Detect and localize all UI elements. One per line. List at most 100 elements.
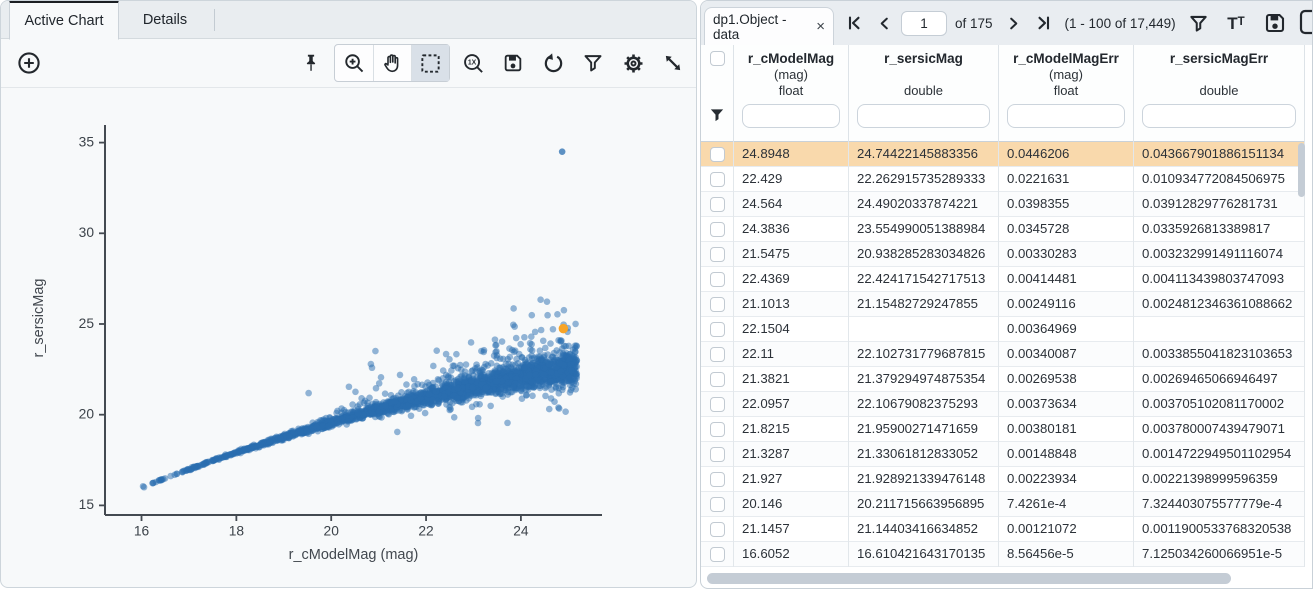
restore-chart-button[interactable] [536,46,570,80]
table-cell: 22.4369 [734,267,849,292]
column-filter-input[interactable] [1142,104,1296,128]
close-tab-icon[interactable]: × [816,18,825,35]
table-row[interactable]: 22.1122.1027317796878150.003400870.00338… [701,342,1305,367]
table-cell: 0.00340087 [999,342,1134,367]
row-checkbox[interactable] [710,447,725,462]
row-checkbox-cell [701,317,734,342]
table-row[interactable]: 16.605216.6104216431701358.56456e-57.125… [701,542,1305,567]
last-page-icon [1036,15,1052,31]
table-row[interactable]: 20.14620.2117156639568957.4261e-47.32440… [701,492,1305,517]
column-filter-input[interactable] [857,104,990,128]
save-table-button[interactable] [1261,6,1289,40]
table-cell: 0.003705102081170002 [1134,392,1305,417]
save-chart-button[interactable] [496,46,530,80]
table-row[interactable]: 24.383623.5549900513889840.03457280.0335… [701,217,1305,242]
scatter-canvas[interactable] [1,1,697,588]
filter-row-icon[interactable] [708,106,726,124]
table-row[interactable]: 22.42922.2629157352893330.02216310.01093… [701,167,1305,192]
table-cell: 16.610421643170135 [849,542,999,567]
row-checkbox[interactable] [710,522,725,537]
first-page-button[interactable] [841,10,867,36]
expand-chart-button[interactable] [656,46,690,80]
table-row[interactable]: 24.56424.490203378742210.03983550.039128… [701,192,1305,217]
row-checkbox[interactable] [710,172,725,187]
text-options-button[interactable]: TT [1221,6,1251,40]
table-cell: 0.003780007439479071 [1134,417,1305,442]
horizontal-scroll-thumb[interactable] [707,573,1231,584]
vertical-scrollbar[interactable] [1298,143,1306,568]
table-row[interactable]: 21.821521.959002714716590.003801810.0037… [701,417,1305,442]
column-header-r_cModelMagErr[interactable]: r_cModelMagErr(mag)float [999,45,1134,142]
table-row[interactable]: 21.92721.9289213394761480.002239340.0022… [701,467,1305,492]
column-header-r_sersicMagErr[interactable]: r_sersicMagErrdouble [1134,45,1305,142]
prev-page-button[interactable] [871,10,897,36]
row-checkbox-cell [701,467,734,492]
zoom-1x-icon: 1X [462,52,485,75]
table-row[interactable]: 24.894824.744221458833560.04462060.04366… [701,142,1305,167]
last-page-button[interactable] [1031,10,1057,36]
select-all-checkbox[interactable] [710,51,725,66]
column-header-r_cModelMag[interactable]: r_cModelMag(mag)float [734,45,849,142]
column-header-r_sersicMag[interactable]: r_sersicMagdouble [849,45,999,142]
table-row[interactable]: 21.101321.154827292478550.002491160.0024… [701,292,1305,317]
row-checkbox[interactable] [710,372,725,387]
row-checkbox[interactable] [710,347,725,362]
table-row[interactable]: 22.095722.106790823752930.003736340.0037… [701,392,1305,417]
table-cell: 21.8215 [734,417,849,442]
table-cell: 0.0335926813389817 [1134,217,1305,242]
first-page-icon [846,15,862,31]
row-checkbox-cell [701,392,734,417]
table-cell: 21.5475 [734,242,849,267]
row-checkbox[interactable] [710,147,725,162]
add-chart-button[interactable] [12,46,46,80]
table-row[interactable]: 21.547520.9382852830348260.003302830.003… [701,242,1305,267]
table-row[interactable]: 21.328721.330618128330520.001488480.0014… [701,442,1305,467]
table-filter-button[interactable] [1185,6,1211,40]
filter-chart-button[interactable] [576,46,610,80]
table-row[interactable]: 21.382121.3792949748753540.002695380.002… [701,367,1305,392]
table-options-partial-icon[interactable] [1299,8,1312,38]
next-page-button[interactable] [1001,10,1027,36]
tab-details[interactable]: Details [119,1,211,39]
page-number-input[interactable] [901,11,947,36]
table-cell: 0.00373634 [999,392,1134,417]
row-checkbox[interactable] [710,247,725,262]
svg-text:1X: 1X [467,59,476,66]
tab-active-chart[interactable]: Active Chart [9,0,119,40]
pan-button[interactable] [373,45,411,81]
table-row[interactable]: 22.15040.00364969 [701,317,1305,342]
horizontal-scrollbar[interactable] [705,572,1308,585]
pin-chart-button[interactable] [294,46,328,80]
row-checkbox[interactable] [710,472,725,487]
row-checkbox-cell [701,242,734,267]
table-cell: 0.043667901886151134 [1134,142,1305,167]
vertical-scroll-thumb[interactable] [1298,143,1305,197]
tab-divider [214,9,215,31]
column-filter-input[interactable] [1007,104,1125,128]
table-cell: 20.146 [734,492,849,517]
table-row[interactable]: 21.145721.144034166348520.001210720.0011… [701,517,1305,542]
row-checkbox[interactable] [710,197,725,212]
row-checkbox-cell [701,267,734,292]
row-checkbox[interactable] [710,397,725,412]
table-cell: 24.8948 [734,142,849,167]
row-checkbox[interactable] [710,497,725,512]
column-filter-input[interactable] [742,104,840,128]
table-cell: 0.0221631 [999,167,1134,192]
table-cell: 8.56456e-5 [999,542,1134,567]
row-checkbox[interactable] [710,322,725,337]
zoom-in-button[interactable] [335,45,373,81]
table-row[interactable]: 22.436922.4241715427175130.004144810.004… [701,267,1305,292]
row-checkbox[interactable] [710,222,725,237]
chart-settings-button[interactable] [616,46,650,80]
table-tab[interactable]: dp1.Object - data × [704,7,834,45]
box-select-button[interactable] [411,45,449,81]
zoom-original-button[interactable]: 1X [456,46,490,80]
row-checkbox[interactable] [710,297,725,312]
row-checkbox[interactable] [710,547,725,562]
row-checkbox[interactable] [710,422,725,437]
restore-icon [542,52,565,75]
page-count-label: of 175 [951,16,997,31]
row-checkbox[interactable] [710,272,725,287]
expand-icon [662,52,684,74]
